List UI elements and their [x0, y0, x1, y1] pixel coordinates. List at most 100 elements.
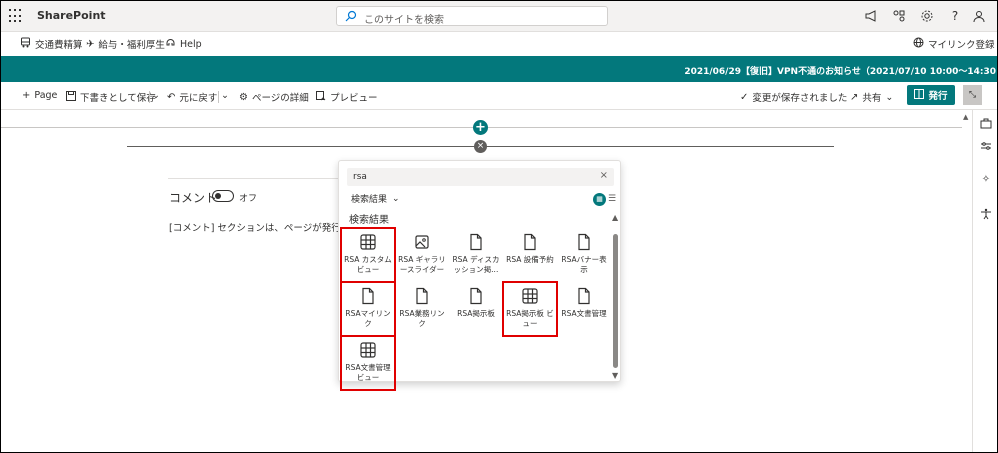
news-banner[interactable]: 2021/06/29【復旧】VPN不通のお知らせ（2021/07/10 10:0… [0, 56, 998, 82]
toolbox-tile-label: RSA文書管理ビュー [345, 363, 391, 382]
plus-icon: + [22, 90, 31, 101]
document-icon [359, 287, 377, 305]
toolbox-tile-label: RSAバナー表示 [561, 255, 607, 274]
toolbox-tile[interactable]: RSA文書管理 [557, 282, 611, 336]
toolbox-tile[interactable]: RSAマイリンク [340, 281, 396, 337]
search-placeholder: このサイトを検索 [364, 15, 444, 26]
save-options-chevron-icon[interactable]: ⌄ [152, 90, 160, 101]
checkmark-icon: ✓ [740, 91, 749, 103]
comments-toggle-label: オフ [239, 194, 258, 204]
close-toolbox-button[interactable]: × [474, 140, 487, 153]
settings-sliders-icon[interactable] [979, 140, 993, 154]
toolbox-filter-dropdown[interactable]: 検索結果 ⌄ [351, 192, 400, 206]
undo-icon: ↶ [167, 91, 176, 103]
toolbox-tile[interactable]: RSA掲示板 ビュー [502, 281, 558, 337]
document-icon [575, 287, 593, 305]
nav-label: 給与・福利厚生 [98, 40, 165, 51]
grid-view-icon[interactable]: ▦ [593, 193, 606, 206]
publish-icon [914, 88, 925, 102]
globe-icon [913, 37, 924, 51]
page-scrollbar[interactable]: ▲ [962, 110, 971, 453]
help-icon[interactable]: ? [948, 9, 962, 23]
scroll-thumb[interactable] [613, 234, 618, 368]
megaphone-icon[interactable] [864, 9, 878, 23]
nav-item-salary[interactable]: ✈ 給与・福利厚生 [86, 37, 165, 52]
separator [218, 91, 219, 103]
nav-label: 交通費精算 [35, 40, 83, 51]
undo-label: 元に戻す [179, 93, 218, 104]
connections-icon[interactable] [892, 9, 906, 23]
comments-title: コメント [169, 191, 218, 205]
toolbox-tile[interactable]: RSAバナー表示 [557, 228, 611, 282]
publish-button[interactable]: 発行 [907, 85, 955, 105]
help-icon [165, 37, 176, 51]
avatar[interactable] [972, 9, 986, 23]
collapse-icon[interactable]: ⤡ [963, 85, 982, 105]
toolbox-icon[interactable] [979, 118, 993, 132]
toolbox-tile[interactable]: RSA カスタムビュー [340, 227, 396, 283]
toolbox-scrollbar[interactable]: ▲ ▼ [611, 213, 621, 381]
nav-label: Help [180, 38, 202, 50]
save-draft-label: 下書きとして保存 [80, 93, 156, 104]
command-bar: + Page 下書きとして保存 ⌄ ↶ 元に戻す ⌄ ⚙ ページの詳細 プレビュ… [0, 82, 998, 110]
toolbox-tile[interactable]: RSA ギャラリースライダー [395, 228, 449, 282]
toolbox-tile[interactable]: RSA ディスカッション掲... [449, 228, 503, 282]
page-button[interactable]: + Page [22, 90, 57, 101]
toolbox-tile[interactable]: RSA業務リンク [395, 282, 449, 336]
share-button[interactable]: ↗ 共有 ⌄ [850, 90, 894, 105]
publish-label: 発行 [928, 91, 948, 102]
suite-bar: SharePoint このサイトを検索 ? [0, 0, 998, 32]
scroll-up-icon[interactable]: ▲ [612, 213, 618, 222]
toolbox-tile[interactable]: RSA掲示板 [449, 282, 503, 336]
document-icon [575, 233, 593, 251]
nav-item-transport[interactable]: 交通費精算 [20, 37, 83, 51]
toolbox-tile-label: RSA掲示板 ビュー [506, 309, 554, 328]
document-icon [521, 233, 539, 251]
separator [149, 91, 150, 103]
list-view-icon[interactable]: ☰ [608, 193, 616, 206]
share-icon: ↗ [850, 91, 859, 103]
toolbox-tile-label: RSA 設備予約 [506, 255, 554, 264]
clear-icon[interactable]: × [600, 170, 608, 181]
saved-status: ✓ 変更が保存されました [740, 90, 848, 105]
toolbox-tile[interactable]: RSA文書管理ビュー [340, 335, 396, 391]
accessibility-icon[interactable] [979, 208, 993, 222]
toolbox-filter-label: 検索結果 [351, 195, 388, 205]
brand-name[interactable]: SharePoint [37, 9, 106, 22]
preview-button[interactable]: プレビュー [316, 90, 378, 104]
search-icon [345, 10, 357, 22]
toolbox-tile-label: RSA文書管理 [561, 309, 607, 318]
app-launcher-icon[interactable] [9, 9, 23, 23]
chevron-down-icon: ⌄ [885, 91, 894, 103]
undo-button[interactable]: ↶ 元に戻す [167, 90, 218, 105]
bus-icon [20, 37, 31, 51]
toolbox-tile-label: RSA掲示板 [457, 309, 495, 318]
airplane-icon: ✈ [86, 38, 95, 50]
toolbox-tile[interactable]: RSA 設備予約 [503, 228, 557, 282]
share-label: 共有 [862, 93, 882, 104]
comments-note: [コメント] セクションは、ページが発行された [169, 223, 341, 234]
webpart-toolbox: rsa × 検索結果 ⌄ ▦ ☰ 検索結果 RSA カスタムビュー RSA ギャラ… [338, 160, 621, 391]
saved-status-label: 変更が保存されました [752, 93, 848, 104]
gear-icon[interactable] [920, 9, 934, 23]
comments-toggle[interactable] [212, 190, 234, 202]
page-label: Page [34, 90, 58, 101]
scroll-up-icon[interactable]: ▲ [963, 113, 968, 121]
toolbox-search-input[interactable]: rsa × [347, 168, 614, 186]
nav-item-help[interactable]: Help [165, 37, 202, 51]
design-ideas-icon[interactable]: ✧ [979, 174, 993, 188]
toolbox-tile-label: RSAマイリンク [345, 309, 391, 328]
my-link-label: マイリンク登録 [928, 40, 995, 51]
preview-icon [316, 90, 326, 104]
document-icon [467, 233, 485, 251]
my-link-register[interactable]: マイリンク登録 [913, 37, 995, 51]
page-details-button[interactable]: ⚙ ページの詳細 [239, 90, 309, 105]
document-icon [467, 287, 485, 305]
save-draft-button[interactable]: 下書きとして保存 [66, 90, 156, 104]
page-details-label: ページの詳細 [251, 93, 309, 104]
toolbox-tile-label: RSA カスタムビュー [344, 255, 392, 274]
add-section-button[interactable]: + [473, 120, 488, 135]
undo-options-chevron-icon[interactable]: ⌄ [221, 90, 229, 101]
site-search-input[interactable]: このサイトを検索 [336, 6, 608, 26]
scroll-down-icon[interactable]: ▼ [612, 371, 618, 380]
